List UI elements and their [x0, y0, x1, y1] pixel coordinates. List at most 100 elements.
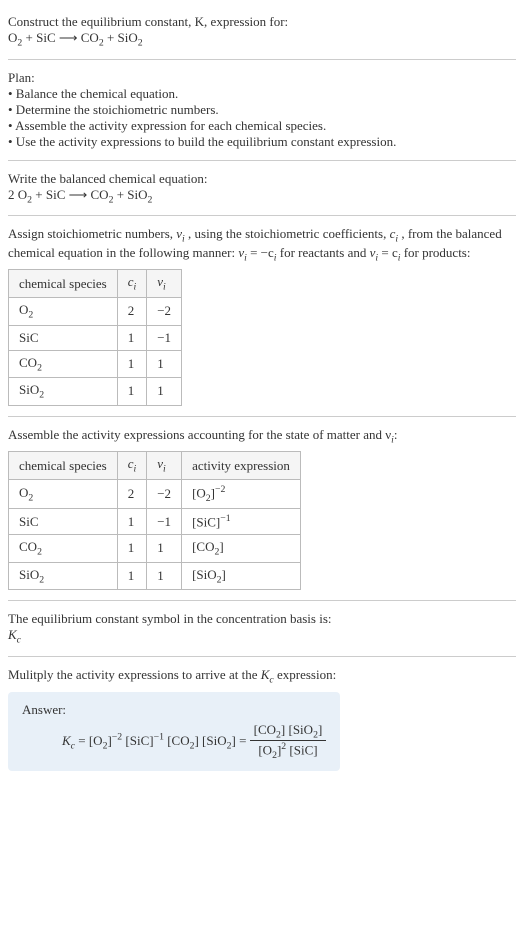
cell-ci: 1: [117, 535, 147, 563]
sub-i: i: [134, 282, 137, 293]
divider: [8, 59, 516, 60]
assign-text: for products:: [404, 245, 471, 260]
species-co2: CO: [81, 30, 99, 45]
table-row: SiC 1 −1 [SiC]−1: [9, 508, 301, 534]
sub-i: i: [274, 252, 277, 263]
table-header-row: chemical species ci νi: [9, 270, 182, 298]
balanced-title: Write the balanced chemical equation:: [8, 171, 516, 187]
cell-activity: [O2]−2: [182, 479, 301, 508]
rel-text: = −c: [250, 245, 274, 260]
species-sic: + SiC: [26, 30, 59, 45]
plan-title: Plan:: [8, 70, 516, 86]
species-o2: O: [8, 30, 17, 45]
sub-i: i: [182, 234, 185, 245]
plan-bullet: • Balance the chemical equation.: [8, 86, 516, 102]
balanced-equation: 2 O2 + SiC ⟶ CO2 + SiO2: [8, 187, 516, 206]
col-nui: νi: [147, 270, 182, 298]
act-text: [SiO: [192, 567, 217, 582]
cell-ci: 1: [117, 378, 147, 406]
species-text: CO: [19, 539, 37, 554]
activity-text: Assemble the activity expressions accoun…: [8, 427, 391, 442]
exp: −2: [215, 484, 225, 495]
col-species: chemical species: [9, 270, 118, 298]
col-species: chemical species: [9, 452, 118, 480]
col-activity: activity expression: [182, 452, 301, 480]
sub: 2: [37, 362, 42, 373]
rel-text: = c: [381, 245, 397, 260]
table-row: SiC 1 −1: [9, 325, 182, 350]
intro-section: Construct the equilibrium constant, K, e…: [8, 8, 516, 55]
cell-ci: 2: [117, 297, 147, 325]
kc-symbol: Kc: [8, 627, 516, 646]
species-sic: + SiC: [35, 187, 68, 202]
symbol-text: The equilibrium constant symbol in the c…: [8, 611, 516, 627]
divider: [8, 416, 516, 417]
sub-2: 2: [109, 194, 114, 205]
cell-nui: 1: [147, 350, 182, 378]
cell-activity: [SiC]−1: [182, 508, 301, 534]
cell-activity: [SiO2]: [182, 562, 301, 590]
eq-text: ] [SiO: [194, 732, 226, 747]
activity-section: Assemble the activity expressions accoun…: [8, 421, 516, 597]
cell-species: SiC: [9, 508, 118, 534]
species-co2: CO: [91, 187, 109, 202]
arrow-icon: ⟶: [59, 30, 78, 45]
k-letter: K: [8, 627, 17, 642]
sub-i: i: [163, 282, 166, 293]
sub: 2: [37, 547, 42, 558]
plan-bullet: • Assemble the activity expression for e…: [8, 118, 516, 134]
sub-2: 2: [99, 38, 104, 49]
den-text: [O: [258, 742, 272, 757]
sub: 2: [28, 492, 33, 503]
sub-2: 2: [27, 194, 32, 205]
sub: 2: [39, 574, 44, 585]
act-text: [O: [192, 485, 206, 500]
assign-text: , using the stoichiometric coefficients,: [188, 226, 390, 241]
cell-species: CO2: [9, 350, 118, 378]
multiply-section: Mulitply the activity expressions to arr…: [8, 661, 516, 777]
cell-nui: 1: [147, 562, 182, 590]
cell-ci: 2: [117, 479, 147, 508]
cell-activity: [CO2]: [182, 535, 301, 563]
cell-species: CO2: [9, 535, 118, 563]
act-text: ]: [222, 567, 226, 582]
divider: [8, 656, 516, 657]
sub-c: c: [269, 675, 273, 686]
cell-nui: 1: [147, 535, 182, 563]
species-text: SiO: [19, 567, 39, 582]
table-row: O2 2 −2 [O2]−2: [9, 479, 301, 508]
species-text: SiO: [19, 382, 39, 397]
multiply-text: expression:: [277, 667, 336, 682]
species-text: O: [19, 302, 28, 317]
table-row: SiO2 1 1: [9, 378, 182, 406]
species-sio2: + SiO: [117, 187, 148, 202]
intro-text: Construct the equilibrium constant, K, e…: [8, 14, 288, 29]
divider: [8, 600, 516, 601]
plan-section: Plan: • Balance the chemical equation. •…: [8, 64, 516, 156]
intro-line1: Construct the equilibrium constant, K, e…: [8, 14, 516, 30]
cell-ci: 1: [117, 350, 147, 378]
plan-bullet: • Determine the stoichiometric numbers.: [8, 102, 516, 118]
cell-ci: 1: [117, 325, 147, 350]
exp: −1: [220, 513, 230, 524]
multiply-text: Mulitply the activity expressions to arr…: [8, 667, 261, 682]
sub-2: 2: [148, 194, 153, 205]
balanced-section: Write the balanced chemical equation: 2 …: [8, 165, 516, 212]
numerator: [CO2] [SiO2]: [250, 722, 327, 742]
exp: −1: [154, 731, 164, 742]
act-text: [SiC]: [192, 514, 220, 529]
sub-i: i: [398, 252, 401, 263]
answer-equation: Kc = [O2]−2 [SiC]−1 [CO2] [SiO2] = [CO2]…: [22, 722, 326, 762]
sub: 2: [39, 390, 44, 401]
cell-nui: −1: [147, 325, 182, 350]
num-text: [CO: [254, 722, 276, 737]
species-text: O: [19, 485, 28, 500]
answer-label: Answer:: [22, 702, 326, 718]
arrow-icon: ⟶: [69, 187, 88, 202]
answer-box: Answer: Kc = [O2]−2 [SiC]−1 [CO2] [SiO2]…: [8, 692, 340, 772]
stoich-table: chemical species ci νi O2 2 −2 SiC 1 −1 …: [8, 269, 182, 405]
divider: [8, 215, 516, 216]
cell-nui: −2: [147, 479, 182, 508]
species-o2: 2 O: [8, 187, 27, 202]
activity-table: chemical species ci νi activity expressi…: [8, 451, 301, 590]
